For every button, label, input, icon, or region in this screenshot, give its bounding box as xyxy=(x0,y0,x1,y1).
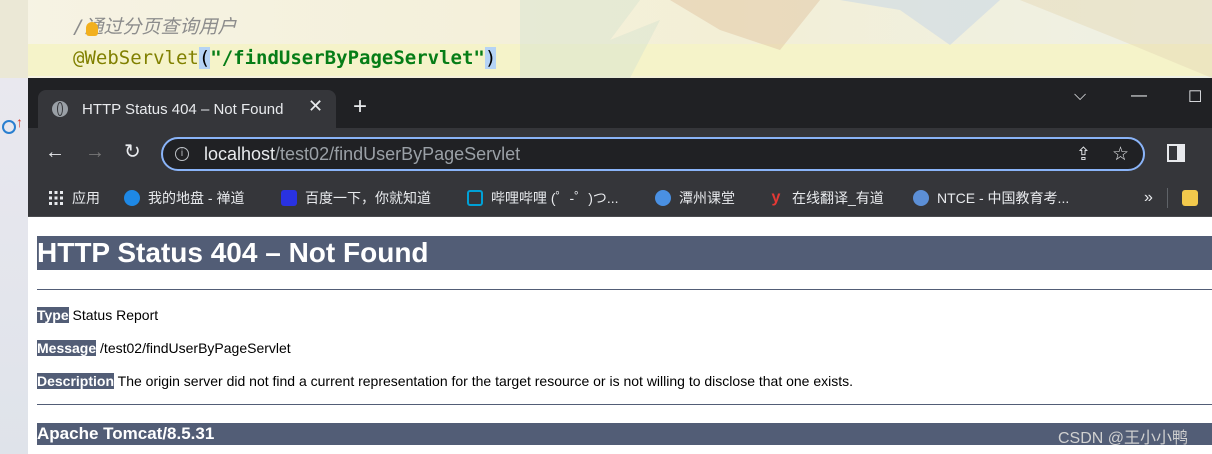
bookmark-label: 潭州课堂 xyxy=(679,190,735,206)
editor-gutter xyxy=(0,0,28,78)
browser-window: HTTP Status 404 – Not Found ✕ + ⌵ — ☐ ← … xyxy=(28,78,1212,454)
apps-grid-icon xyxy=(49,191,63,205)
watermark: CSDN @王小小鸭 xyxy=(1058,430,1189,447)
message-row: Message /test02/findUserByPageServlet xyxy=(37,339,291,357)
annotation-string: "/findUserByPageServlet" xyxy=(210,47,485,69)
new-tab-button[interactable]: + xyxy=(353,95,367,119)
type-label: Type xyxy=(37,307,69,323)
message-label: Message xyxy=(37,340,97,356)
address-host: localhost xyxy=(204,144,276,164)
folder-icon xyxy=(1182,190,1198,206)
desktop-arrow-icon: ↑ xyxy=(16,114,23,130)
description-value: The origin server did not find a current… xyxy=(114,373,854,389)
type-value: Status Report xyxy=(68,307,159,323)
page-content: HTTP Status 404 – Not Found Type Status … xyxy=(28,217,1212,454)
address-bar[interactable]: i localhost/test02/findUserByPageServlet… xyxy=(161,137,1145,171)
bilibili-icon xyxy=(467,190,483,206)
site-info-icon[interactable]: i xyxy=(175,147,189,161)
bookmark-youdao[interactable]: y 在线翻译_有道 xyxy=(768,188,884,208)
bookmark-label: 哔哩哔哩 (゜-゜)つ... xyxy=(491,190,619,206)
description-row: Description The origin server did not fi… xyxy=(37,372,853,390)
forward-button[interactable]: → xyxy=(85,142,105,162)
bookmark-zentao[interactable]: 我的地盘 - 禅道 xyxy=(124,188,244,208)
zentao-icon xyxy=(124,190,140,206)
side-panel-icon[interactable] xyxy=(1167,144,1185,162)
intention-bulb-icon[interactable] xyxy=(86,22,98,36)
bookmark-apps[interactable]: 应用 xyxy=(48,188,100,208)
tab-http-status-404[interactable]: HTTP Status 404 – Not Found ✕ xyxy=(38,90,336,128)
bookmark-folder[interactable] xyxy=(1182,188,1206,208)
divider xyxy=(37,289,1212,290)
baidu-paw-icon xyxy=(281,190,297,206)
description-label: Description xyxy=(37,373,115,389)
annotation-name: @WebServlet xyxy=(73,47,199,69)
bookmark-bilibili[interactable]: 哔哩哔哩 (゜-゜)つ... xyxy=(467,188,619,208)
ntce-icon xyxy=(913,190,929,206)
back-button[interactable]: ← xyxy=(45,142,65,162)
tab-close-icon[interactable]: ✕ xyxy=(308,96,323,117)
bookmark-ntce[interactable]: NTCE - 中国教育考... xyxy=(913,188,1069,208)
browser-titlebar: HTTP Status 404 – Not Found ✕ + ⌵ — ☐ xyxy=(28,78,1212,128)
bookmarks-overflow-button[interactable]: » xyxy=(1144,188,1153,208)
tab-title: HTTP Status 404 – Not Found xyxy=(82,101,284,118)
bookmark-label: 百度一下，你就知道 xyxy=(305,190,431,206)
divider xyxy=(37,404,1212,405)
bookmark-label: 我的地盘 - 禅道 xyxy=(148,190,245,206)
bookmark-label: 应用 xyxy=(72,190,100,206)
ide-editor-background: /通过分页查询用户 @WebServlet("/findUserByPageSe… xyxy=(0,0,1212,78)
background-artwork xyxy=(520,0,1212,78)
annotation-paren-open: ( xyxy=(198,47,211,69)
browser-toolbar: ← → ↻ i localhost/test02/findUserByPageS… xyxy=(28,128,1212,180)
bookmark-label: 在线翻译_有道 xyxy=(792,190,884,206)
annotation-paren-close: ) xyxy=(484,47,497,69)
address-url[interactable]: localhost/test02/findUserByPageServlet xyxy=(204,144,520,165)
message-value: /test02/findUserByPageServlet xyxy=(96,340,291,356)
maximize-button[interactable]: ☐ xyxy=(1188,87,1202,107)
gear-logo-icon xyxy=(655,190,671,206)
address-path: /test02/findUserByPageServlet xyxy=(275,144,521,164)
youdao-icon: y xyxy=(771,189,781,206)
bookmark-label: NTCE - 中国教育考... xyxy=(937,190,1070,206)
page-title: HTTP Status 404 – Not Found xyxy=(37,236,1212,270)
globe-icon xyxy=(52,101,68,117)
bookmarks-bar: 应用 我的地盘 - 禅道 百度一下，你就知道 哔哩哔哩 (゜-゜)つ... 潭州… xyxy=(28,180,1212,217)
desktop-target-icon xyxy=(2,120,16,134)
type-row: Type Status Report xyxy=(37,306,158,324)
reload-button[interactable]: ↻ xyxy=(124,142,141,162)
tab-search-chevron-icon[interactable]: ⌵ xyxy=(1074,87,1086,105)
share-icon[interactable]: ⇪ xyxy=(1076,144,1091,165)
minimize-button[interactable]: — xyxy=(1131,87,1147,105)
bookmark-baidu[interactable]: 百度一下，你就知道 xyxy=(281,188,431,208)
code-annotation-line: @WebServlet("/findUserByPageServlet") xyxy=(73,47,497,69)
server-footer: Apache Tomcat/8.5.31 xyxy=(37,423,1212,445)
bookmarks-divider xyxy=(1167,188,1168,208)
bookmark-star-icon[interactable]: ☆ xyxy=(1112,143,1129,166)
bookmark-tanzhou[interactable]: 潭州课堂 xyxy=(655,188,735,208)
desktop-left-strip: ↑ xyxy=(0,78,28,454)
